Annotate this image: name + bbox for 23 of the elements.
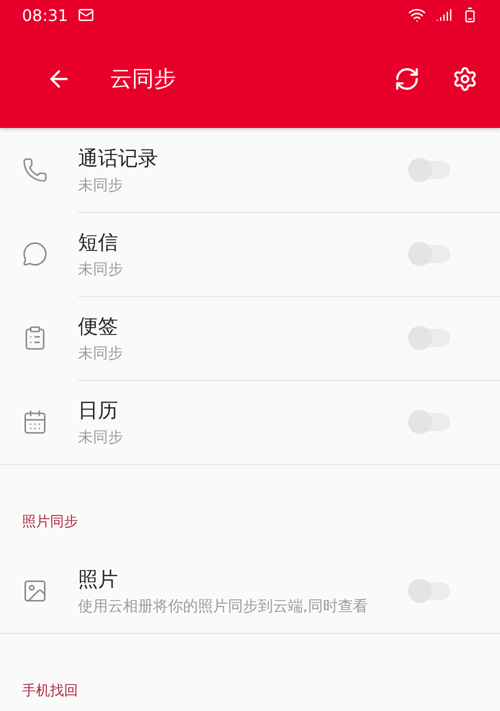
image-icon [22, 578, 48, 604]
item-title: 照片 [78, 566, 119, 593]
chat-bubble-icon [22, 241, 48, 267]
status-time: 08:31 [22, 6, 68, 24]
section-header: 手机找回 [22, 683, 78, 699]
item-title: 便签 [78, 312, 119, 340]
phone-icon [22, 157, 48, 183]
item-title: 短信 [78, 228, 119, 256]
wifi-icon [408, 6, 426, 24]
item-subtitle: 未同步 [78, 260, 124, 278]
section-header: 照片同步 [22, 514, 78, 530]
signal-icon [436, 7, 452, 23]
sync-icon [394, 66, 420, 92]
item-title: 日历 [78, 397, 119, 424]
settings-icon [452, 66, 478, 92]
item-subtitle: 未同步 [78, 176, 124, 194]
mail-icon [78, 7, 94, 23]
calendar-icon [22, 409, 48, 435]
item-subtitle: 未同步 [78, 344, 124, 362]
item-subtitle: 未同步 [78, 428, 124, 447]
page-title: 云同步 [110, 66, 177, 94]
item-title: 通话记录 [78, 144, 159, 172]
item-subtitle: 使用云相册将你的照片同步到云端,同时查看 [78, 597, 369, 616]
